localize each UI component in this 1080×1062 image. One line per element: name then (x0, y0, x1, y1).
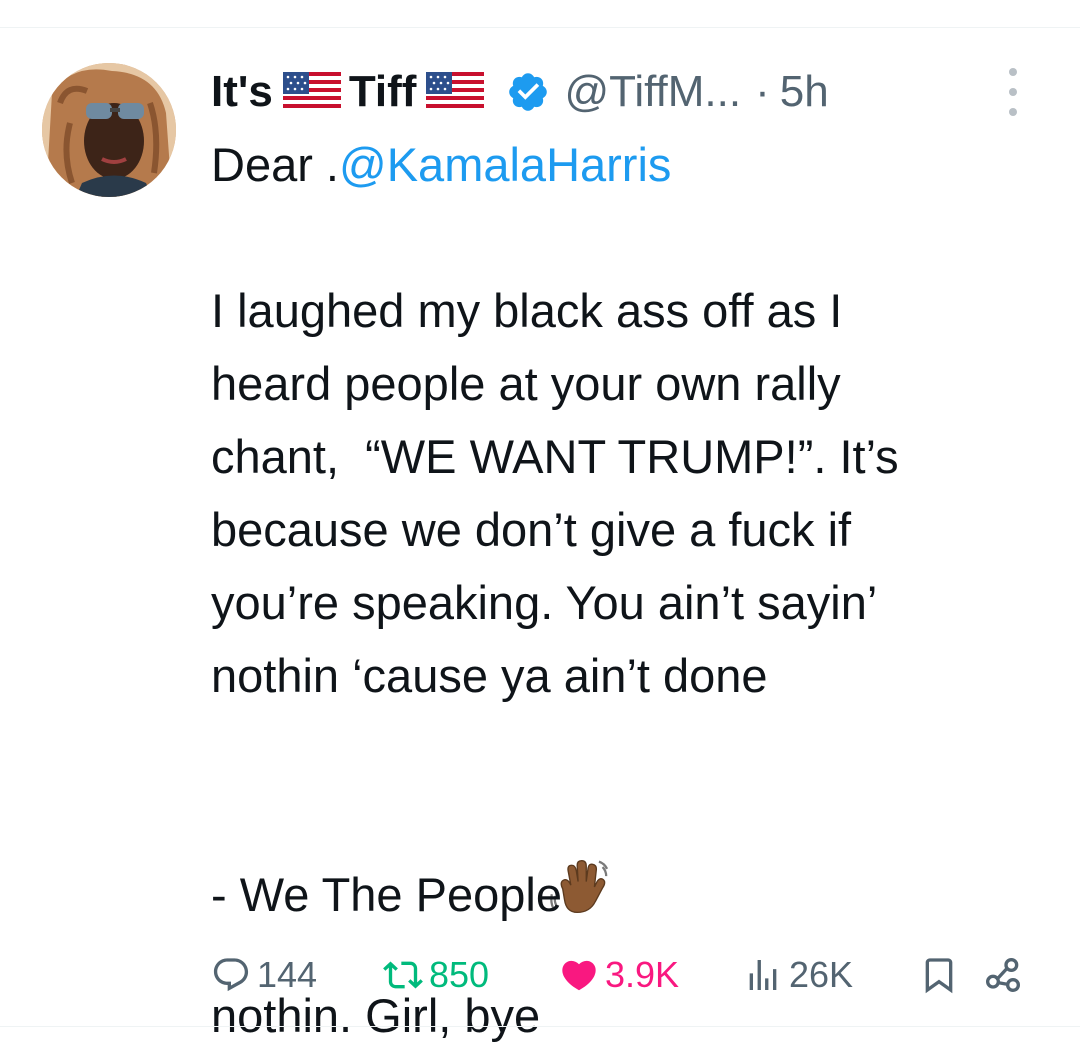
retweet-button[interactable]: 850 (383, 948, 489, 1002)
more-options-icon[interactable] (1001, 68, 1025, 116)
heart-icon (559, 955, 599, 995)
display-name-part2[interactable]: Tiff (349, 67, 417, 117)
us-flag-icon (282, 72, 341, 112)
tweet-line: nothin ‘cause ya ain’t done (211, 649, 768, 702)
like-count: 3.9K (605, 954, 680, 995)
timestamp[interactable]: 5h (780, 67, 829, 117)
display-name-part1[interactable]: It's (211, 67, 273, 117)
tweet-line: I laughed my black ass off as I (211, 284, 843, 337)
retweet-icon (383, 955, 423, 995)
share-icon (983, 955, 1023, 995)
tweet-text: Dear .@KamalaHarris I laughed my black a… (211, 128, 1051, 1042)
avatar-image (42, 63, 176, 197)
tweet-header: It's Tiff @TiffM... · 5h (211, 64, 829, 120)
waving-hand-icon (550, 712, 609, 914)
tweet-line: Dear .@KamalaHarris (211, 128, 1051, 201)
tweet-line: heard people at your own rally (211, 357, 841, 410)
share-button[interactable] (983, 948, 1029, 1002)
views-count: 26K (789, 954, 854, 995)
views-button[interactable]: 26K (743, 948, 853, 1002)
bookmark-button[interactable] (919, 948, 965, 1002)
tweet-line: nothin. Girl, bye (211, 712, 1051, 1042)
tweet-line: because we don’t give a fuck if (211, 503, 852, 556)
views-chart-icon (743, 955, 783, 995)
retweet-count: 850 (429, 954, 490, 995)
top-divider (0, 27, 1080, 28)
user-handle[interactable]: @TiffM... (564, 67, 741, 117)
bottom-divider (0, 1026, 1080, 1027)
reply-icon (211, 955, 251, 995)
bookmark-icon (919, 955, 959, 995)
tweet-actions: 144 850 3.9K 26K (211, 948, 1031, 1002)
tweet-line: chant, “WE WANT TRUMP!”. It’s (211, 430, 899, 483)
mention-link[interactable]: @KamalaHarris (339, 138, 671, 191)
us-flag-icon (426, 72, 485, 112)
tweet-line: - We The People (211, 868, 562, 921)
dot-separator: · (755, 67, 770, 116)
tweet-text-prefix: Dear . (211, 138, 339, 191)
reply-count: 144 (257, 954, 318, 995)
reply-button[interactable]: 144 (211, 948, 317, 1002)
avatar[interactable] (42, 63, 176, 197)
verified-badge-icon (506, 70, 550, 114)
like-button[interactable]: 3.9K (559, 948, 679, 1002)
tweet-line (211, 785, 1051, 858)
tweet-line (211, 201, 1051, 274)
tweet-line: you’re speaking. You ain’t sayin’ (211, 576, 878, 629)
